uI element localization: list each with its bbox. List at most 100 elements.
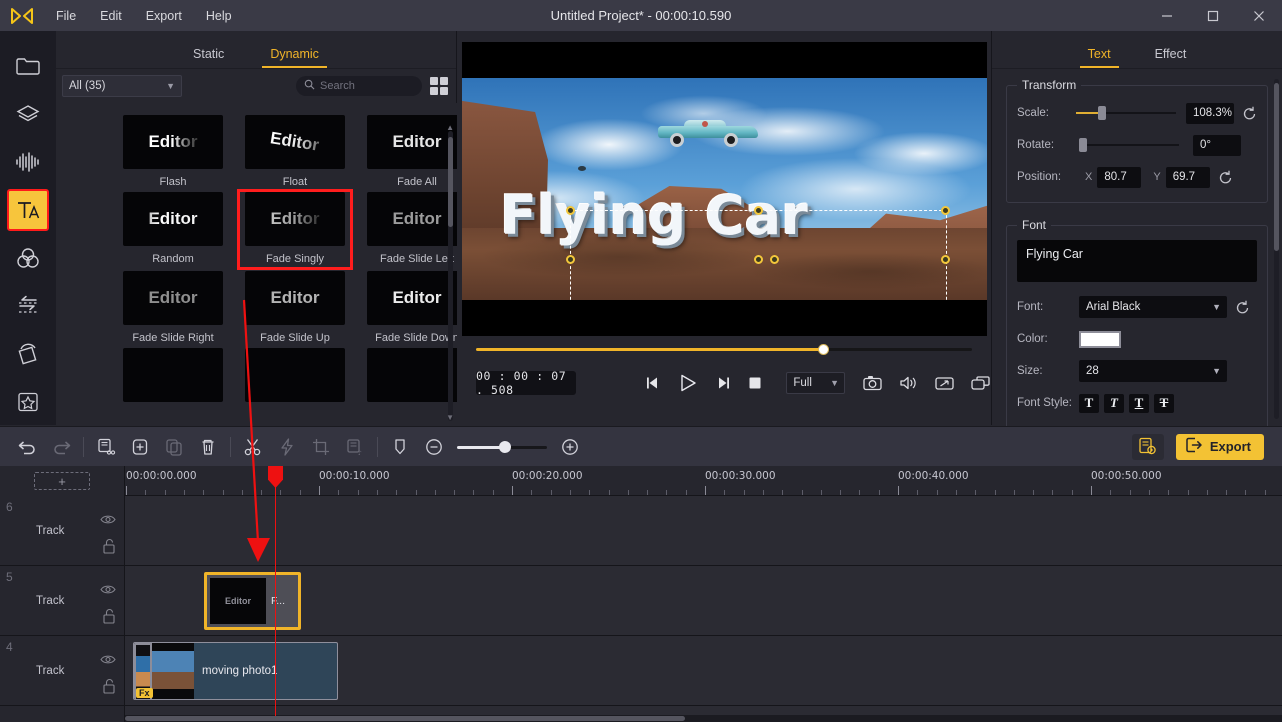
bold-button[interactable]: T <box>1079 393 1099 413</box>
reset-icon[interactable] <box>1218 170 1233 185</box>
effect-item-row4-c[interactable] <box>362 348 457 402</box>
effect-item-fade-slide-up[interactable]: Editor Fade Slide Up <box>240 271 350 344</box>
unlock-icon[interactable] <box>102 678 116 699</box>
effect-item-random[interactable]: Editor Random <box>118 192 228 267</box>
timeline-zoom-slider[interactable] <box>457 439 547 455</box>
sidebar-item-motion[interactable] <box>7 333 49 375</box>
split-clip-button[interactable] <box>89 427 123 467</box>
media-clip[interactable]: Fx moving photo1 <box>133 642 338 700</box>
zoom-out-button[interactable] <box>417 427 451 467</box>
previous-frame-icon[interactable] <box>646 376 661 390</box>
undo-button[interactable] <box>10 427 44 467</box>
text-clip[interactable]: Editor F... <box>204 572 301 630</box>
quality-select[interactable]: Full ▼ <box>786 372 845 394</box>
timeline-ruler[interactable]: 00:00:00.000 00:00:10.000 00:00:20.000 0… <box>125 466 1282 496</box>
eye-icon[interactable] <box>100 582 116 600</box>
close-button[interactable] <box>1236 0 1282 31</box>
grid-view-icon[interactable] <box>430 77 448 95</box>
effects-grid-scroll[interactable]: Editor Flash Editor Float Editor Fade Al… <box>56 103 457 425</box>
resize-handle-mc[interactable] <box>753 255 763 264</box>
text-selection-box[interactable] <box>566 206 950 300</box>
zoom-in-button[interactable] <box>553 427 587 467</box>
effect-item-float[interactable]: Editor Float <box>240 115 350 188</box>
redo-button[interactable] <box>44 427 78 467</box>
resize-handle-mr[interactable] <box>941 255 950 264</box>
marker-button[interactable] <box>383 427 417 467</box>
track-lane[interactable]: Editor F... <box>125 566 1282 635</box>
properties-scrollbar-thumb[interactable] <box>1274 83 1279 251</box>
effect-item-fade-slide-right[interactable]: Editor Fade Slide Right <box>118 271 228 344</box>
sidebar-item-transitions[interactable] <box>7 285 49 327</box>
underline-button[interactable]: T <box>1129 393 1149 413</box>
play-icon[interactable] <box>679 374 697 392</box>
detach-audio-button[interactable]: ♪ <box>338 427 372 467</box>
effects-scrollbar-thumb[interactable] <box>448 137 453 227</box>
effect-item-fade-slide-left[interactable]: Editor Fade Slide Left <box>362 192 457 267</box>
tab-static[interactable]: Static <box>193 47 224 68</box>
color-swatch[interactable] <box>1079 330 1121 348</box>
expand-icon[interactable] <box>935 376 954 391</box>
playhead[interactable] <box>268 466 283 716</box>
next-frame-icon[interactable] <box>715 376 730 390</box>
menu-file[interactable]: File <box>44 5 88 27</box>
italic-button[interactable]: T <box>1104 393 1124 413</box>
eye-icon[interactable] <box>100 512 116 530</box>
font-size-select[interactable]: 28 ▼ <box>1079 360 1227 382</box>
sidebar-item-layers[interactable] <box>7 93 49 135</box>
effect-item-flash[interactable]: Editor Flash <box>118 115 228 188</box>
menu-edit[interactable]: Edit <box>88 5 134 27</box>
resize-handle-mc2[interactable] <box>770 255 780 264</box>
tab-effect[interactable]: Effect <box>1155 47 1187 68</box>
progress-handle[interactable] <box>818 344 829 355</box>
timeline-horizontal-scrollbar[interactable] <box>125 715 1282 722</box>
maximize-button[interactable] <box>1190 0 1236 31</box>
track-lane[interactable] <box>125 496 1282 565</box>
sidebar-item-text[interactable] <box>7 189 49 231</box>
sidebar-item-media-library[interactable] <box>7 45 49 87</box>
camera-icon[interactable] <box>863 375 882 391</box>
speaker-icon[interactable] <box>899 375 918 391</box>
rotate-slider[interactable] <box>1079 137 1179 153</box>
effect-item-row4-a[interactable] <box>118 348 228 402</box>
minimize-button[interactable] <box>1144 0 1190 31</box>
scale-value[interactable]: 108.3% <box>1186 102 1234 124</box>
menu-export[interactable]: Export <box>134 5 194 27</box>
detach-window-icon[interactable] <box>971 375 990 391</box>
text-content-input[interactable]: Flying Car <box>1017 240 1257 282</box>
scale-slider[interactable] <box>1076 105 1177 121</box>
unlock-icon[interactable] <box>102 608 116 629</box>
duplicate-button[interactable] <box>157 427 191 467</box>
resize-handle-tc[interactable] <box>753 206 763 215</box>
playback-progress[interactable] <box>476 343 972 357</box>
resize-handle-tr[interactable] <box>941 206 950 215</box>
scroll-up-icon[interactable]: ▲ <box>446 123 454 132</box>
resize-handle-tl[interactable] <box>566 206 575 215</box>
export-button[interactable]: Export <box>1175 433 1264 460</box>
crop-button[interactable] <box>304 427 338 467</box>
unlock-icon[interactable] <box>102 538 116 559</box>
position-y-value[interactable]: 69.7 <box>1165 166 1210 188</box>
tab-dynamic[interactable]: Dynamic <box>262 47 327 68</box>
speed-button[interactable] <box>270 427 304 467</box>
menu-help[interactable]: Help <box>194 5 244 27</box>
trash-button[interactable] <box>191 427 225 467</box>
reset-icon[interactable] <box>1242 106 1257 121</box>
position-x-value[interactable]: 80.7 <box>1097 166 1142 188</box>
effect-item-fade-singly[interactable]: Editor Fade Singly <box>237 189 353 270</box>
strikethrough-button[interactable]: T <box>1154 393 1174 413</box>
rotate-value[interactable]: 0° <box>1193 134 1241 156</box>
eye-icon[interactable] <box>100 652 116 670</box>
category-select[interactable]: All (35) ▼ <box>62 75 182 97</box>
project-settings-button[interactable] <box>1131 433 1164 460</box>
reset-icon[interactable] <box>1235 300 1250 315</box>
tab-text[interactable]: Text <box>1079 47 1119 68</box>
stop-icon[interactable] <box>748 376 762 390</box>
effect-item-fade-slide-down[interactable]: Editor Fade Slide Down <box>362 271 457 344</box>
effect-item-fade-all[interactable]: Editor Fade All <box>362 115 457 188</box>
scissors-button[interactable] <box>236 427 270 467</box>
track-lane[interactable]: Fx moving photo1 <box>125 636 1282 705</box>
resize-handle-ml[interactable] <box>566 255 575 264</box>
sidebar-item-audio[interactable] <box>7 141 49 183</box>
font-family-select[interactable]: Arial Black ▼ <box>1079 296 1227 318</box>
add-track-button[interactable]: + <box>34 472 90 490</box>
